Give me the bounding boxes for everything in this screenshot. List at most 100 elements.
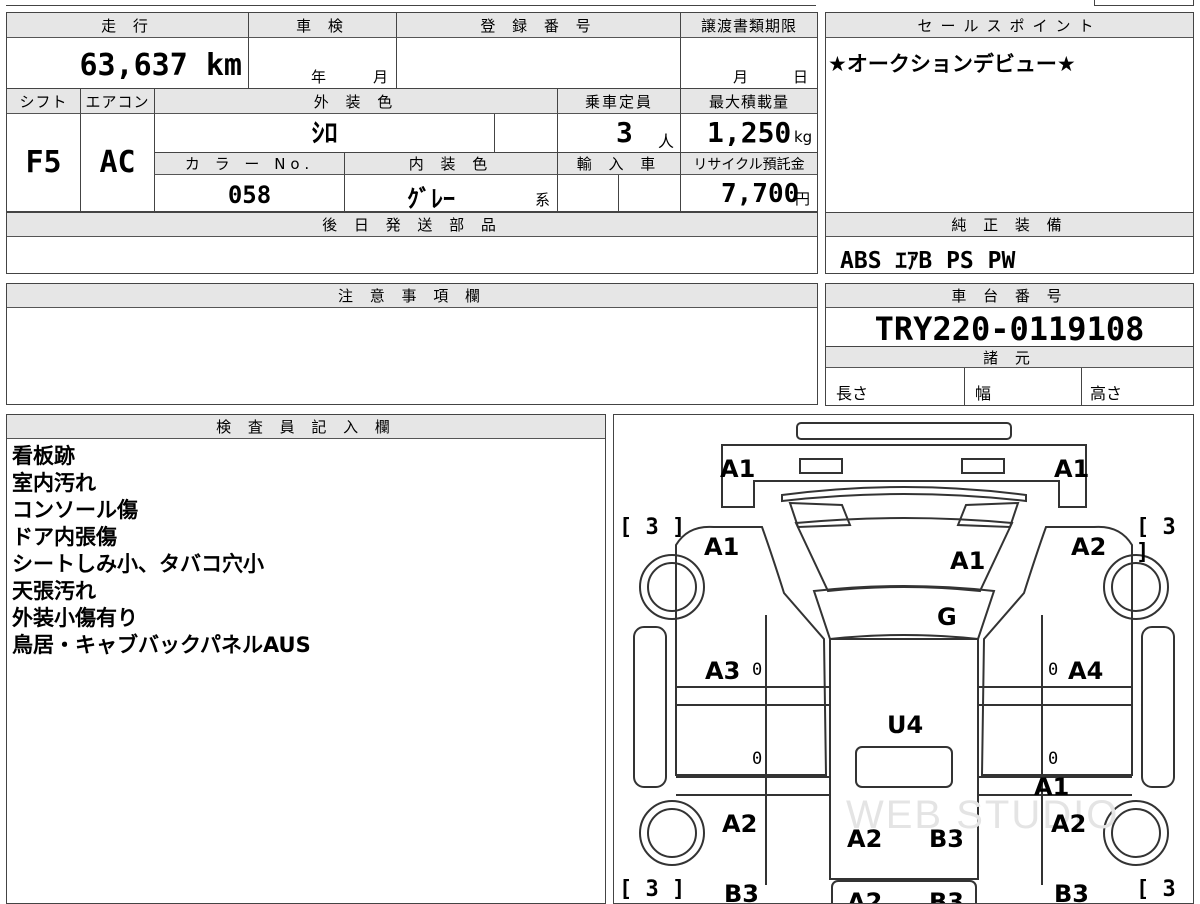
chassis-number: TRY220-0119108 <box>874 310 1145 348</box>
bracket-top-right: [ 3 ] <box>1136 515 1176 565</box>
interior-color-suffix: 系 <box>535 191 551 209</box>
damage-rear-left-b3: B3 <box>724 880 759 904</box>
sales-point-text: ★オークションデビュー★ <box>828 52 1076 76</box>
damage-bed-right: A1 <box>1034 773 1070 801</box>
aircon-header: エアコン <box>80 89 154 114</box>
chassis-box: 車 台 番 号 TRY220-0119108 諸 元 長さ 幅 高さ <box>825 283 1194 406</box>
inspector-box: 検 査 員 記 入 欄 看板跡 室内汚れ コンソール傷 ドア内張傷 シートしみ小… <box>6 414 606 904</box>
inspector-lines: 看板跡 室内汚れ コンソール傷 ドア内張傷 シートしみ小、タバコ穴小 天張汚れ … <box>12 443 602 659</box>
damage-tail-b3: B3 <box>929 888 964 904</box>
top-strip <box>6 0 816 6</box>
exterior-color-header: 外 装 色 <box>154 89 557 114</box>
deadline-day-unit: 日 <box>793 68 809 86</box>
exterior-color-extra <box>494 114 557 152</box>
inspector-line: 外装小傷有り <box>12 606 138 630</box>
registration-header: 登 録 番 号 <box>396 13 680 38</box>
mileage-header: 走 行 <box>7 13 248 38</box>
interior-color-value: ｸﾞﾚｰ <box>407 185 455 213</box>
spec-height: 高さ <box>1081 368 1193 405</box>
capacity-header: 乗車定員 <box>557 89 680 114</box>
damage-windshield: A1 <box>950 547 986 575</box>
damage-rear-right: A2 <box>1051 810 1087 838</box>
mileage-value: 63,637 km <box>79 48 242 83</box>
sales-point-box: セールスポイント ★オークションデビュー★ <box>825 12 1194 213</box>
shift-value: F5 <box>25 145 62 180</box>
damage-fender-right: A2 <box>1071 533 1107 561</box>
notes-box: 注 意 事 項 欄 <box>6 283 818 405</box>
later-parts-box: 後 日 発 送 部 品 <box>6 212 818 274</box>
damage-rear-left: A2 <box>722 810 758 838</box>
top-strip-right <box>1094 0 1194 6</box>
transfer-deadline-cell: 月 日 <box>680 38 817 88</box>
registration-value-cell <box>396 38 680 88</box>
year-unit: 年 <box>311 68 327 86</box>
max-load-value: 1,250 <box>707 116 792 149</box>
count-zero: 0 <box>1048 749 1059 769</box>
damage-fender-left: A1 <box>704 533 740 561</box>
inspector-line: 天張汚れ <box>12 579 96 603</box>
bracket-top-left: [ 3 ] <box>619 515 686 540</box>
recycle-value: 7,700 <box>721 179 800 209</box>
capacity-value: 3 <box>616 116 633 149</box>
damage-front-right: A1 <box>1054 455 1090 483</box>
spec-height-label: 高さ <box>1090 384 1123 403</box>
inspection-header: 車 検 <box>248 13 396 38</box>
specs-header: 諸 元 <box>826 346 1193 368</box>
spec-length-label: 長さ <box>836 384 869 403</box>
month-unit: 月 <box>373 68 389 86</box>
shift-header: シフト <box>7 89 80 114</box>
count-zero: 0 <box>752 749 763 769</box>
spec-table: 走 行 車 検 登 録 番 号 譲渡書類期限 63,637 km 年 月 月 日… <box>6 12 818 213</box>
recycle-unit: 円 <box>795 190 811 208</box>
color-no-value: 058 <box>154 175 344 211</box>
count-zero: 0 <box>752 660 763 680</box>
capacity-cell: 3 人 <box>557 114 680 152</box>
sales-point-header: セールスポイント <box>826 13 1193 38</box>
aircon-value: AC <box>80 114 154 211</box>
exterior-color-value: ｼﾛ <box>154 114 494 152</box>
vehicle-diagram: WEB STUDIO [ 3 ] [ 3 ] [ 3 ] [ 3 ] A1 A1… <box>613 414 1194 904</box>
notes-header: 注 意 事 項 欄 <box>7 284 817 308</box>
spec-width: 幅 <box>964 368 1081 405</box>
spec-length: 長さ <box>826 368 964 405</box>
bracket-bottom-left: [ 3 ] <box>619 877 686 902</box>
inspector-line: 室内汚れ <box>12 471 96 495</box>
damage-glass: G <box>937 603 957 631</box>
max-load-cell: 1,250 kg <box>680 114 817 152</box>
inspector-line: コンソール傷 <box>12 498 138 522</box>
damage-tail-a2: A2 <box>847 888 883 904</box>
deadline-month-unit: 月 <box>733 68 749 86</box>
import-cell-a <box>557 175 618 211</box>
damage-door-right: A4 <box>1068 657 1104 685</box>
damage-bed-b3: B3 <box>929 825 964 853</box>
damage-door-left: A3 <box>705 657 741 685</box>
equipment-header: 純 正 装 備 <box>826 213 1193 237</box>
inspector-header: 検 査 員 記 入 欄 <box>7 415 605 439</box>
transfer-deadline-header: 譲渡書類期限 <box>680 13 817 38</box>
damage-rear-right-b3: B3 <box>1054 880 1089 904</box>
inspector-line: ドア内張傷 <box>12 525 117 549</box>
inspector-line: シートしみ小、タバコ穴小 <box>12 552 264 576</box>
spec-width-label: 幅 <box>975 384 992 403</box>
recycle-cell: 7,700 円 <box>680 175 817 211</box>
max-load-unit: kg <box>794 128 813 146</box>
inspector-line: 看板跡 <box>12 444 75 468</box>
later-parts-header: 後 日 発 送 部 品 <box>7 213 817 237</box>
damage-bed-a2: A2 <box>847 825 883 853</box>
interior-color-cell: ｸﾞﾚｰ 系 <box>344 175 557 213</box>
import-header: 輸 入 車 <box>557 153 680 175</box>
inspection-value-cell: 年 月 <box>248 38 396 88</box>
interior-color-header: 内 装 色 <box>344 153 557 175</box>
recycle-header: リサイクル預託金 <box>680 153 817 175</box>
damage-floor: U4 <box>887 711 924 739</box>
inspector-line: 鳥居・キャブバックパネルAUS <box>12 633 311 657</box>
damage-front-left: A1 <box>720 455 756 483</box>
equipment-box: 純 正 装 備 ABS ｴｱB PS PW <box>825 212 1194 274</box>
max-load-header: 最大積載量 <box>680 89 817 114</box>
capacity-unit: 人 <box>658 132 675 151</box>
import-cell-b <box>618 175 680 211</box>
color-no-header: カ ラ ー No. <box>154 153 344 175</box>
count-zero: 0 <box>1048 660 1059 680</box>
chassis-header: 車 台 番 号 <box>826 284 1193 308</box>
equipment-text: ABS ｴｱB PS PW <box>840 248 1016 274</box>
